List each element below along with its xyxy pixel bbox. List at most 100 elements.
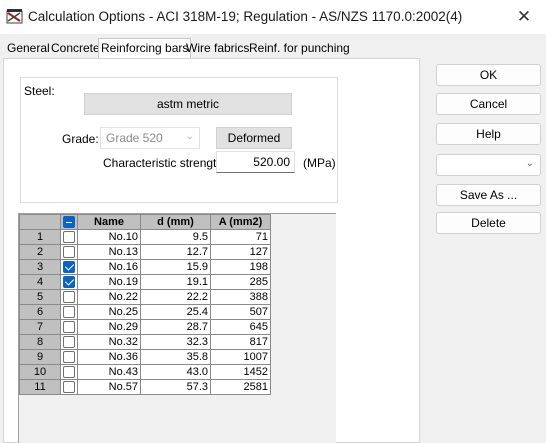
row-select-cell[interactable] bbox=[60, 289, 78, 305]
bar-area-cell[interactable]: 1452 bbox=[210, 364, 271, 380]
bar-diameter-cell[interactable]: 57.3 bbox=[140, 379, 211, 395]
row-number[interactable]: 4 bbox=[19, 274, 61, 290]
row-number[interactable]: 7 bbox=[19, 319, 61, 335]
bar-name-cell[interactable]: No.19 bbox=[77, 274, 141, 290]
row-number[interactable]: 10 bbox=[19, 364, 61, 380]
table-row[interactable]: 7 No.29 28.7 645 bbox=[19, 319, 271, 335]
tab-reinf-for-punching[interactable]: Reinf. for punching bbox=[249, 41, 350, 55]
bar-diameter-cell[interactable]: 28.7 bbox=[140, 319, 211, 335]
bar-area-cell[interactable]: 71 bbox=[210, 229, 271, 245]
row-select-cell[interactable] bbox=[60, 304, 78, 320]
bar-diameter-cell[interactable]: 43.0 bbox=[140, 364, 211, 380]
row-select-cell[interactable] bbox=[60, 259, 78, 275]
bar-diameter-cell[interactable]: 9.5 bbox=[140, 229, 211, 245]
save-as-button[interactable]: Save As ... bbox=[436, 184, 541, 206]
bar-name-cell[interactable]: No.29 bbox=[77, 319, 141, 335]
bar-area-cell[interactable]: 198 bbox=[210, 259, 271, 275]
row-select-checkbox[interactable] bbox=[63, 276, 75, 289]
area-column-header[interactable]: A (mm2) bbox=[210, 214, 271, 230]
bar-area-cell[interactable]: 645 bbox=[210, 319, 271, 335]
table-row[interactable]: 8 No.32 32.3 817 bbox=[19, 334, 271, 350]
row-number[interactable]: 1 bbox=[19, 229, 61, 245]
row-select-cell[interactable] bbox=[60, 274, 78, 290]
table-row[interactable]: 6 No.25 25.4 507 bbox=[19, 304, 271, 320]
row-select-checkbox[interactable] bbox=[63, 321, 75, 334]
row-select-checkbox[interactable] bbox=[63, 306, 75, 319]
select-all-checkbox[interactable] bbox=[63, 216, 75, 229]
name-column-header[interactable]: Name bbox=[77, 214, 141, 230]
bar-name-cell[interactable]: No.57 bbox=[77, 379, 141, 395]
preset-select[interactable]: ⌄ bbox=[436, 154, 541, 176]
bar-name-cell[interactable]: No.13 bbox=[77, 244, 141, 260]
row-number[interactable]: 8 bbox=[19, 334, 61, 350]
bar-diameter-cell[interactable]: 35.8 bbox=[140, 349, 211, 365]
row-number[interactable]: 2 bbox=[19, 244, 61, 260]
diameter-column-header[interactable]: d (mm) bbox=[140, 214, 211, 230]
row-select-checkbox[interactable] bbox=[63, 381, 75, 394]
bar-area-cell[interactable]: 1007 bbox=[210, 349, 271, 365]
table-row[interactable]: 9 No.36 35.8 1007 bbox=[19, 349, 271, 365]
bar-area-cell[interactable]: 817 bbox=[210, 334, 271, 350]
bar-name-cell[interactable]: No.22 bbox=[77, 289, 141, 305]
row-number[interactable]: 3 bbox=[19, 259, 61, 275]
row-select-cell[interactable] bbox=[60, 229, 78, 245]
bar-diameter-cell[interactable]: 22.2 bbox=[140, 289, 211, 305]
row-select-checkbox[interactable] bbox=[63, 336, 75, 349]
row-number[interactable]: 6 bbox=[19, 304, 61, 320]
row-select-checkbox[interactable] bbox=[63, 246, 75, 259]
row-select-cell[interactable] bbox=[60, 379, 78, 395]
delete-button[interactable]: Delete bbox=[436, 212, 541, 234]
bar-area-cell[interactable]: 285 bbox=[210, 274, 271, 290]
bar-diameter-cell[interactable]: 32.3 bbox=[140, 334, 211, 350]
row-select-checkbox[interactable] bbox=[63, 291, 75, 304]
table-row[interactable]: 3 No.16 15.9 198 bbox=[19, 259, 271, 275]
bar-area-cell[interactable]: 388 bbox=[210, 289, 271, 305]
row-select-checkbox[interactable] bbox=[63, 351, 75, 364]
bar-name-cell[interactable]: No.36 bbox=[77, 349, 141, 365]
help-button[interactable]: Help bbox=[436, 123, 541, 145]
table-row[interactable]: 11 No.57 57.3 2581 bbox=[19, 379, 271, 395]
close-button[interactable]: ✕ bbox=[502, 0, 546, 34]
grade-select[interactable]: Grade 520 ⌄ bbox=[100, 127, 200, 149]
row-select-checkbox[interactable] bbox=[63, 261, 75, 274]
bar-name-cell[interactable]: No.32 bbox=[77, 334, 141, 350]
table-row[interactable]: 10 No.43 43.0 1452 bbox=[19, 364, 271, 380]
row-select-cell[interactable] bbox=[60, 364, 78, 380]
row-select-cell[interactable] bbox=[60, 349, 78, 365]
row-select-cell[interactable] bbox=[60, 334, 78, 350]
ok-button[interactable]: OK bbox=[436, 64, 541, 86]
row-select-cell[interactable] bbox=[60, 244, 78, 260]
bar-name-cell[interactable]: No.43 bbox=[77, 364, 141, 380]
row-select-checkbox[interactable] bbox=[63, 366, 75, 379]
bar-name-cell[interactable]: No.25 bbox=[77, 304, 141, 320]
tab-concrete[interactable]: Concrete bbox=[51, 41, 100, 55]
bar-diameter-cell[interactable]: 25.4 bbox=[140, 304, 211, 320]
row-number[interactable]: 9 bbox=[19, 349, 61, 365]
strength-field[interactable]: 520.00 bbox=[216, 151, 295, 173]
grid-header-row: Name d (mm) A (mm2) bbox=[19, 214, 271, 230]
table-row[interactable]: 2 No.13 12.7 127 bbox=[19, 244, 271, 260]
table-row[interactable]: 4 No.19 19.1 285 bbox=[19, 274, 271, 290]
row-select-cell[interactable] bbox=[60, 319, 78, 335]
bar-grid: Name d (mm) A (mm2) 1 No.10 9.5 71 2 No.13 12.… bbox=[19, 214, 271, 395]
tab-wire-fabrics[interactable]: Wire fabrics bbox=[186, 41, 249, 55]
tab-general[interactable]: General bbox=[7, 41, 50, 55]
bar-area-cell[interactable]: 2581 bbox=[210, 379, 271, 395]
select-all-header[interactable] bbox=[60, 214, 78, 230]
bar-area-cell[interactable]: 507 bbox=[210, 304, 271, 320]
bar-diameter-cell[interactable]: 15.9 bbox=[140, 259, 211, 275]
cancel-button[interactable]: Cancel bbox=[436, 93, 541, 115]
bar-name-cell[interactable]: No.16 bbox=[77, 259, 141, 275]
row-number[interactable]: 5 bbox=[19, 289, 61, 305]
row-select-checkbox[interactable] bbox=[63, 231, 75, 244]
bar-area-cell[interactable]: 127 bbox=[210, 244, 271, 260]
tab-reinforcing-bars[interactable]: Reinforcing bars bbox=[98, 38, 192, 58]
table-row[interactable]: 1 No.10 9.5 71 bbox=[19, 229, 271, 245]
bar-type-button[interactable]: Deformed bbox=[216, 127, 292, 149]
bar-name-cell[interactable]: No.10 bbox=[77, 229, 141, 245]
table-row[interactable]: 5 No.22 22.2 388 bbox=[19, 289, 271, 305]
bar-diameter-cell[interactable]: 12.7 bbox=[140, 244, 211, 260]
steel-standard-button[interactable]: astm metric bbox=[84, 93, 292, 115]
bar-diameter-cell[interactable]: 19.1 bbox=[140, 274, 211, 290]
row-number[interactable]: 11 bbox=[19, 379, 61, 395]
